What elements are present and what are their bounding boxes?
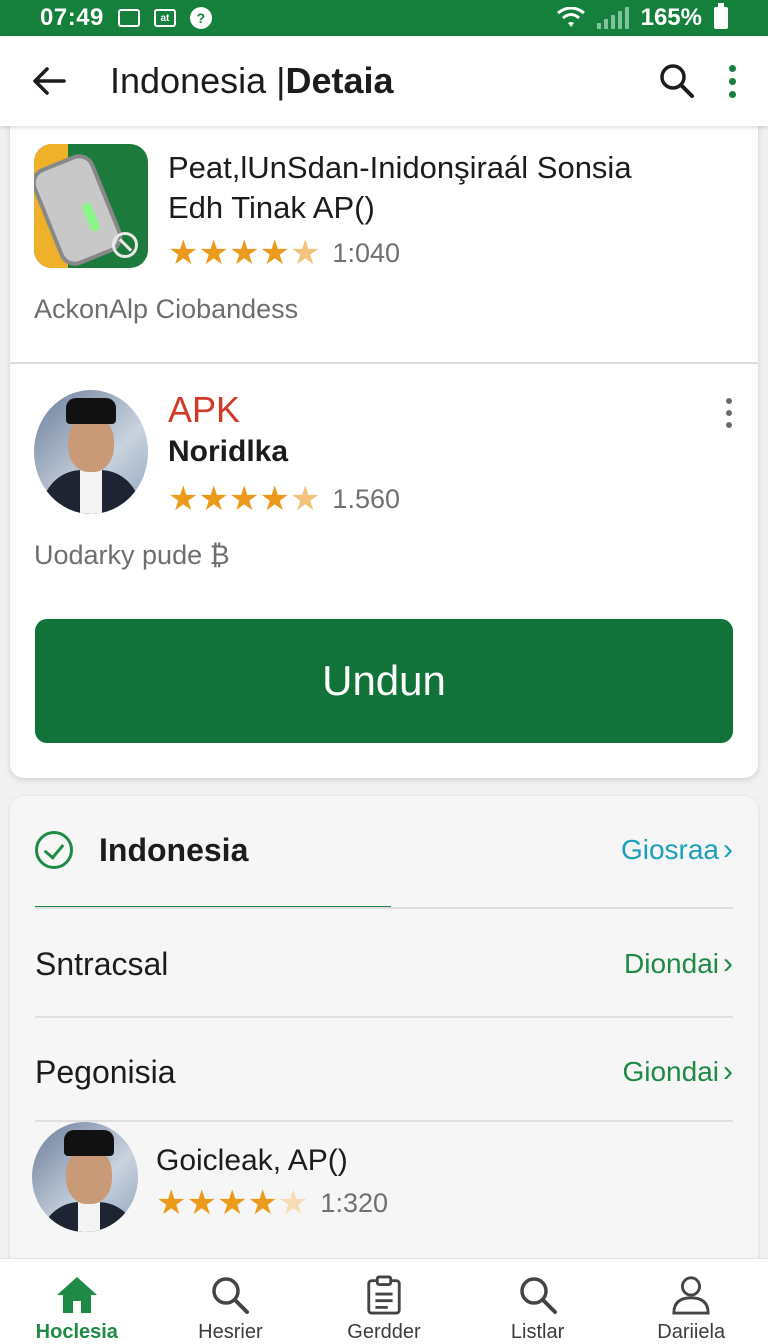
list-row[interactable]: Sntracsal Diondai › (35, 942, 733, 986)
clipboard-icon (367, 1275, 401, 1315)
status-time: 07:49 (40, 4, 104, 31)
section-card: Indonesia Giosraa › Sntracsal Diondai › Pe… (10, 796, 758, 1266)
nav-item-search-2[interactable]: Listlar (461, 1259, 615, 1344)
notification-icon: at (153, 9, 176, 27)
bottom-navigation: Hoclesia Hesrier Gerdder Listlar Dariiel… (0, 1258, 768, 1344)
rating: ★ ★ ★ ★ ★ 1:320 (156, 1186, 388, 1220)
more-options-icon[interactable] (726, 398, 732, 428)
empty-star-icon: ★ (277, 1184, 309, 1222)
app-title: Goicleak, AP() (156, 1144, 348, 1177)
nav-label: Hesrier (198, 1321, 263, 1343)
app-list-card: Peat,lUnSdan-Inidonşiraál Sonsia Edh Tin… (10, 118, 758, 778)
star-icon: ★ (168, 234, 199, 272)
nav-label: Listlar (510, 1321, 565, 1343)
status-bar: 07:49 at ? 165% (0, 0, 768, 36)
app-bar: Indonesia |Detaia (0, 36, 768, 126)
page-title: Indonesia |Detaia (110, 60, 394, 102)
app-title-line2: Edh Tinak AP() (168, 190, 375, 225)
section-title: Indonesia (99, 831, 249, 868)
title-separator: | (266, 60, 286, 101)
nav-label: Dariiela (657, 1321, 726, 1343)
avatar (34, 390, 148, 514)
row-link[interactable]: Giondai › (622, 1055, 733, 1089)
section-link[interactable]: Giosraa › (621, 833, 733, 867)
chevron-right-icon: › (723, 833, 733, 866)
rating: ★ ★ ★ ★ ★ 1.560 (168, 482, 400, 516)
star-icon: ★ (228, 480, 260, 518)
back-arrow-icon[interactable] (32, 66, 66, 96)
star-icon: ★ (156, 1184, 187, 1222)
star-icon: ★ (247, 1184, 278, 1222)
row-label: Sntracsal (35, 945, 169, 982)
app-entry-3[interactable]: Goicleak, AP() ★ ★ ★ ★ ★ 1:320 (32, 1122, 388, 1232)
star-icon: ★ (198, 234, 229, 272)
half-star-icon: ★ (289, 234, 321, 272)
screen-icon (117, 9, 140, 27)
star-icon: ★ (259, 234, 290, 272)
app-title: Peat,lUnSdan-Inidonşiraál Sonsia (168, 150, 632, 185)
person-icon (672, 1276, 710, 1315)
check-circle-icon (35, 831, 73, 869)
star-icon: ★ (259, 480, 290, 518)
search-icon (519, 1277, 557, 1314)
star-icon: ★ (228, 234, 260, 272)
home-icon (56, 1277, 97, 1313)
divider (35, 907, 733, 909)
battery-percent: 165% (640, 4, 702, 31)
list-row[interactable]: Pegonisia Giondai › (35, 1050, 733, 1094)
half-star-icon: ★ (289, 480, 321, 518)
app-caption: Uodarky pude ₿ (34, 540, 230, 570)
wifi-icon (556, 7, 585, 27)
app-subtitle: Noridlka (168, 435, 289, 468)
star-rating: ★ ★ ★ ★ ★ (156, 1186, 308, 1220)
chevron-right-icon: › (723, 1055, 733, 1088)
star-icon: ★ (186, 1184, 217, 1222)
install-button[interactable]: Undun (35, 619, 733, 743)
search-icon (212, 1277, 250, 1314)
row-label: Pegonisia (35, 1053, 176, 1090)
divider (10, 362, 758, 364)
avatar (32, 1122, 138, 1232)
nav-label: Hoclesia (35, 1321, 118, 1343)
rating-count: 1:320 (320, 1187, 388, 1218)
nav-item-profile[interactable]: Dariiela (614, 1259, 768, 1344)
star-icon: ★ (216, 1184, 248, 1222)
rating-count: 1.560 (332, 483, 400, 514)
app-notification-icon: ? (189, 7, 212, 29)
phone-app-icon (34, 144, 148, 268)
app-entry-1[interactable]: Peat,lUnSdan-Inidonşiraál Sonsia Edh Tin… (34, 144, 632, 270)
chevron-right-icon: › (723, 947, 733, 980)
row-link-label: Diondai (624, 948, 719, 979)
nav-item-search[interactable]: Hesrier (154, 1259, 308, 1344)
star-icon: ★ (198, 480, 229, 518)
app-caption: AckonAlp Ciobandess (34, 294, 299, 324)
apk-label: APK (168, 389, 241, 430)
nav-label: Gerdder (347, 1321, 421, 1343)
row-link-label: Giondai (622, 1056, 719, 1087)
star-icon: ★ (168, 480, 199, 518)
rating-count: 1:040 (332, 237, 400, 268)
nav-item-clipboard[interactable]: Gerdder (307, 1259, 461, 1344)
battery-icon (714, 3, 728, 29)
page-title-main: Indonesia (110, 60, 267, 101)
signal-icon (596, 7, 629, 29)
divider (35, 1016, 733, 1018)
app-entry-2[interactable]: APK Noridlka ★ ★ ★ ★ ★ 1.560 (34, 390, 400, 516)
search-icon[interactable] (659, 63, 695, 99)
overflow-menu-icon[interactable] (729, 64, 736, 98)
row-link[interactable]: Diondai › (624, 947, 733, 981)
section-header[interactable]: Indonesia Giosraa › (35, 828, 733, 872)
star-rating: ★ ★ ★ ★ ★ (168, 482, 320, 516)
page-title-bold: Detaia (285, 60, 394, 101)
star-rating: ★ ★ ★ ★ ★ (168, 236, 320, 270)
section-link-label: Giosraa (620, 834, 719, 865)
rating: ★ ★ ★ ★ ★ 1:040 (168, 236, 632, 270)
nav-item-home[interactable]: Hoclesia (0, 1259, 154, 1344)
